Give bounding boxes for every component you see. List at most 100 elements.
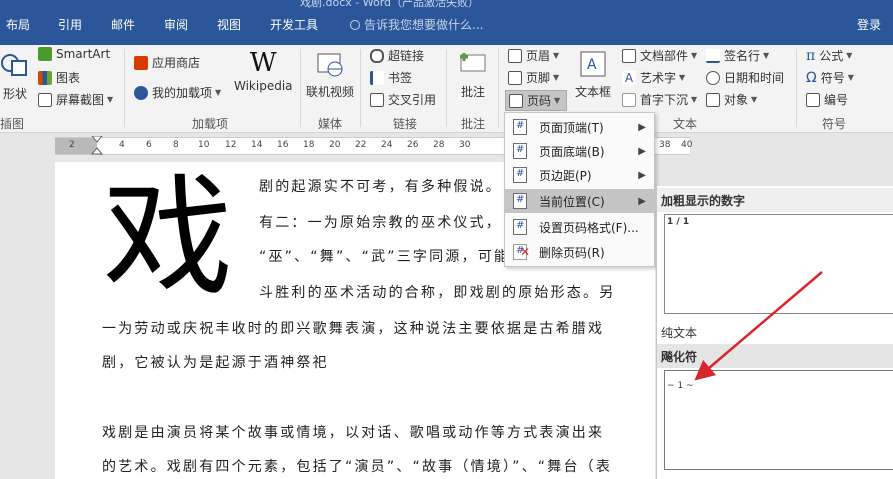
dropcap-button[interactable]: 首字下沉 ▼ [622,91,697,108]
tab-developer[interactable]: 开发工具 [270,16,318,33]
menu-item-bottom-of-page[interactable]: 页面底端(B) ▶ [505,139,654,163]
document-parts-button[interactable]: 文档部件 ▼ [622,47,697,64]
footer-button[interactable]: 页脚 ▼ [508,69,559,86]
ruler-number: 22 [355,140,367,150]
header-icon [508,48,522,63]
ruler-number: 14 [251,140,263,150]
tab-mailings[interactable]: 邮件 [111,16,135,33]
page-number-icon [513,193,527,209]
menu-item-current-position[interactable]: 当前位置(C) ▶ [505,189,654,213]
footer-label: 页脚 [526,71,551,85]
menu-item-label: 页边距(P) [539,168,592,183]
calendar-icon [706,70,720,85]
menu-item-page-margins[interactable]: 页边距(P) ▶ [505,163,654,187]
paragraph-line: “巫”、“舞”、“武”三字同源，可能 [259,249,511,265]
gallery-option-tilde[interactable]: ~ 1 ~ [664,370,893,470]
menu-item-remove-page-numbers[interactable]: 删除页码(R) ✕ [505,240,654,264]
chevron-down-icon: ▼ [751,95,758,104]
numbering-button[interactable]: 编号 [806,91,848,108]
date-time-button[interactable]: 日期和时间 [706,69,784,86]
indent-marker-icon[interactable] [91,136,103,158]
wordart-button[interactable]: A 艺术字 ▼ [622,69,685,86]
chart-button[interactable]: 图表 [38,69,80,86]
chevron-down-icon: ▼ [215,88,222,97]
signature-line-button[interactable]: 签名行 ▼ [706,47,769,64]
smartart-icon [38,47,52,61]
ruler-number: 8 [173,140,179,150]
addins-group-label: 加载项 [192,117,229,131]
text-group-label: 文本 [673,117,698,131]
tab-view[interactable]: 视图 [217,16,241,33]
store-label: 应用商店 [152,56,201,70]
symbol-button[interactable]: Ω 符号 ▼ [806,69,854,86]
chevron-down-icon: ▼ [553,73,560,82]
chevron-down-icon: ▼ [107,95,114,104]
tell-me-box[interactable]: 告诉我您想要做什么... [350,16,483,33]
online-video-button[interactable]: 联机视频 [306,49,354,100]
page-number-button[interactable]: 页码 ▼ [505,90,568,111]
comments-group-label: 批注 [461,117,486,131]
ruler-number: 20 [329,140,341,150]
current-position-gallery: 加粗显示的数字 1 / 1 纯文本 飚化符 ~ 1 ~ [656,186,893,479]
bookmark-label: 书签 [388,71,413,85]
chevron-down-icon: ▼ [553,51,560,60]
wikipedia-button[interactable]: W Wikipedia [234,47,293,93]
document-parts-icon [622,48,636,63]
ruler-number: 18 [303,140,315,150]
screenshot-button[interactable]: 屏幕截图 ▼ [38,91,113,108]
tab-layout[interactable]: 布局 [6,16,30,33]
gallery-section-tilde: 飚化符 [657,344,893,368]
my-addins-button[interactable]: 我的加载项 ▼ [134,84,221,101]
ribbon: 形状 SmartArt 图表 屏幕截图 ▼ 插图 应用商店 我的加载项 ▼ W Wi… [0,45,893,133]
store-button[interactable]: 应用商店 [134,54,200,71]
page-number-label: 页码 [527,94,552,108]
shapes-label: 形状 [2,87,27,101]
login-button[interactable]: 登录 [857,16,881,33]
ruler-number: 4 [119,140,125,150]
menu-item-label: 当前位置(C) [539,194,605,209]
textbox-icon: A [580,51,606,77]
online-video-label: 联机视频 [306,85,355,99]
video-icon [317,53,343,77]
equation-button[interactable]: π 公式 ▼ [806,47,852,64]
wordart-icon: A [622,70,636,85]
cross-reference-button[interactable]: 交叉引用 [370,91,436,108]
bookmark-icon [370,70,384,85]
illustrations-group-label: 插图 [0,117,25,131]
ruler-number: 12 [225,140,237,150]
smartart-button[interactable]: SmartArt [38,47,110,61]
bookmark-button[interactable]: 书签 [370,69,412,86]
menu-item-label: 设置页码格式(F)... [539,220,639,235]
object-button[interactable]: 对象 ▼ [706,91,757,108]
page-number-icon [509,93,523,108]
chevron-down-icon: ▼ [846,51,853,60]
comment-button[interactable]: 批注 [458,49,488,100]
chevron-down-icon: ▼ [691,51,698,60]
menu-item-format-page-numbers[interactable]: 设置页码格式(F)... [505,215,654,239]
object-icon [706,92,720,107]
chevron-down-icon: ▼ [847,73,854,82]
media-group-label: 媒体 [318,117,343,131]
header-button[interactable]: 页眉 ▼ [508,47,559,64]
gallery-option-bold-number[interactable]: 1 / 1 [664,214,893,314]
menu-item-top-of-page[interactable]: 页面顶端(T) ▶ [505,115,654,139]
addins-icon [134,85,148,100]
wikipedia-w-icon: W [249,48,277,78]
tab-review[interactable]: 审阅 [164,16,188,33]
textbox-button[interactable]: A 文本框 [575,49,611,100]
chevron-down-icon: ▼ [554,96,561,105]
paragraph-line: 一为劳动或庆祝丰收时的即兴歌舞表演，这种说法主要依据是古希腊戏 [102,321,605,337]
shapes-button[interactable]: 形状 [0,51,30,102]
hyperlink-button[interactable]: 超链接 [370,47,424,64]
chart-icon [38,70,52,85]
menu-item-label: 删除页码(R) [539,245,605,260]
drop-cap-character: 戏 [103,161,234,313]
menu-item-label: 页面顶端(T) [539,120,604,135]
menu-item-label: 页面底端(B) [539,144,605,159]
tab-references[interactable]: 引用 [58,16,82,33]
chevron-down-icon: ▼ [679,73,686,82]
pi-icon: π [806,47,816,64]
paragraph-line: 斗胜利的巫术活动的合称，即戏剧的原始形态。另 [259,285,616,301]
paragraph-line: 的艺术。戏剧有四个元素，包括了“演员”、“故事（情境）”、“舞台（表 [102,459,613,475]
page-number-icon [513,143,527,159]
